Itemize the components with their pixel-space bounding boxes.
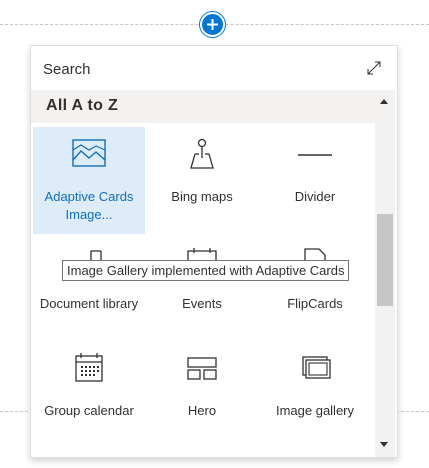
webpart-toolbox: All A to Z Adaptive Cards Image... Bing … <box>30 45 398 458</box>
expand-diagonal-icon[interactable] <box>365 59 383 77</box>
tile-label: Document library <box>39 296 139 311</box>
tile-label: FlipCards <box>287 296 343 311</box>
image-gallery-icon <box>302 356 331 379</box>
image-gallery-cards-icon <box>72 139 106 167</box>
search-row <box>31 46 397 90</box>
webpart-tile-divider[interactable]: Divider <box>259 127 371 234</box>
section-header: All A to Z <box>31 90 375 123</box>
hero-layout-icon <box>187 357 217 380</box>
plus-icon <box>207 19 218 30</box>
tile-label: Events <box>182 296 222 311</box>
search-input[interactable] <box>41 58 343 80</box>
tile-label: Bing maps <box>171 189 233 204</box>
tile-label: Adaptive Cards Image... <box>44 189 134 222</box>
map-pin-icon <box>190 138 214 169</box>
tile-label: Group calendar <box>44 403 134 418</box>
tile-label: Divider <box>294 189 336 204</box>
tile-label: Hero <box>187 403 217 418</box>
webpart-tile-flipcards[interactable]: FlipCards <box>259 234 371 341</box>
webpart-tile-adaptive-cards-image[interactable]: Adaptive Cards Image... <box>33 127 145 234</box>
calendar-grid-icon <box>75 353 103 382</box>
tile-label: Image gallery <box>275 403 355 418</box>
webpart-tile-image-gallery[interactable]: Image gallery <box>259 341 371 448</box>
tile-tooltip: Image Gallery implemented with Adaptive … <box>62 260 350 281</box>
webpart-tile-hero[interactable]: Hero <box>146 341 258 448</box>
webpart-tile-bing-maps[interactable]: Bing maps <box>146 127 258 234</box>
webpart-tile-document-library[interactable]: Document library <box>33 234 145 341</box>
add-webpart-button[interactable] <box>200 12 225 37</box>
vertical-scrollbar[interactable] <box>375 90 395 457</box>
scroll-thumb[interactable] <box>377 214 393 306</box>
scroll-down-arrow-icon[interactable] <box>380 442 388 447</box>
webpart-tile-group-calendar[interactable]: Group calendar <box>33 341 145 448</box>
scroll-up-arrow-icon[interactable] <box>380 99 388 104</box>
webpart-tile-events[interactable]: Events <box>146 234 258 341</box>
divider-line-icon <box>298 154 332 156</box>
